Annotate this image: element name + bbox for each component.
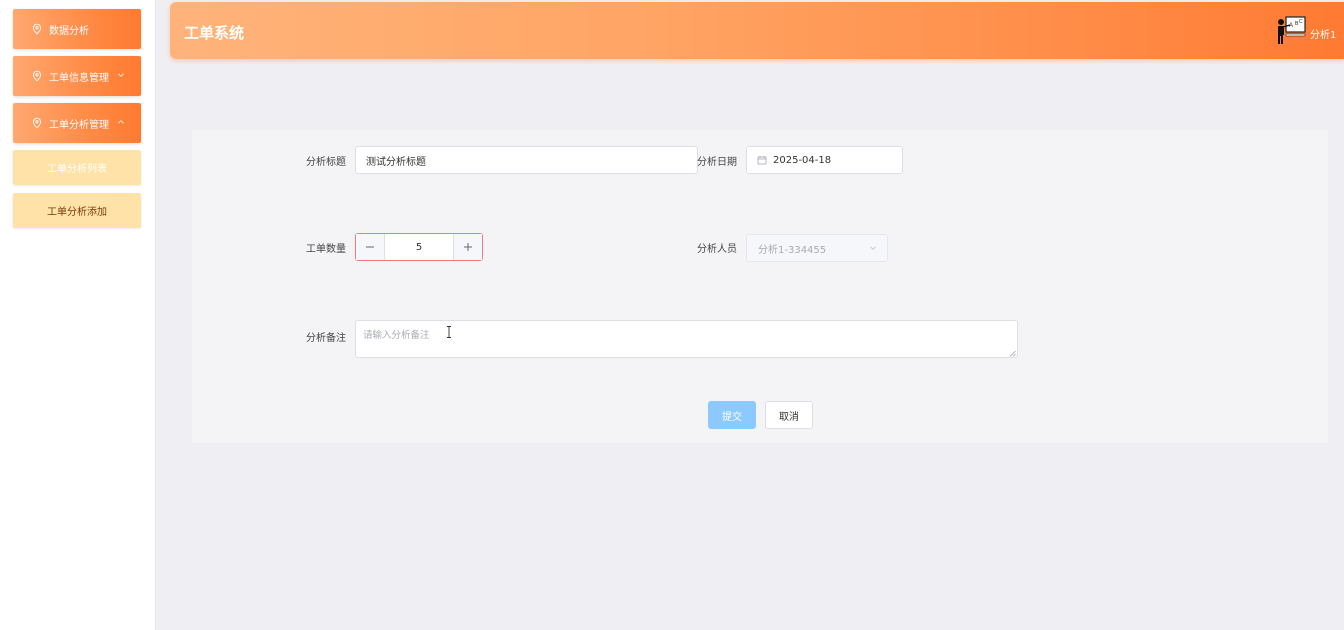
calendar-icon: [757, 155, 767, 165]
svg-text:C: C: [1299, 19, 1303, 25]
sidebar-subitem-analysis-list[interactable]: 工单分析列表: [13, 150, 141, 185]
increment-button[interactable]: [453, 234, 482, 260]
staff-select-value: 分析1-334455: [758, 244, 827, 256]
text-cursor-icon: [446, 326, 452, 338]
sidebar-item-data-analysis[interactable]: 数据分析: [13, 9, 141, 49]
location-pin-icon: [31, 70, 43, 82]
sidebar: 数据分析 工单信息管理 工单分析管理 工单分析列表 工单分析添加: [0, 0, 156, 630]
date-picker[interactable]: 2025-04-18: [746, 146, 903, 174]
sidebar-item-ticket-analysis-management[interactable]: 工单分析管理: [13, 103, 141, 143]
notes-textarea[interactable]: 请输入分析备注: [355, 320, 1018, 358]
sidebar-item-ticket-info-management[interactable]: 工单信息管理: [13, 56, 141, 96]
quantity-value[interactable]: 5: [385, 234, 453, 260]
plus-icon: [464, 243, 472, 251]
sidebar-item-label: 工单分析管理: [49, 119, 109, 131]
staff-label: 分析人员: [697, 244, 737, 255]
app-title: 工单系统: [184, 24, 245, 42]
location-pin-icon: [31, 23, 43, 35]
date-label: 分析日期: [697, 157, 737, 168]
cancel-button[interactable]: 取消: [765, 401, 813, 429]
quantity-stepper[interactable]: 5: [355, 233, 483, 261]
submit-button[interactable]: 提交: [708, 401, 756, 429]
resize-grip-icon[interactable]: [1009, 349, 1016, 357]
user-name[interactable]: 分析1: [1310, 26, 1336, 41]
sidebar-subitem-label: 工单分析添加: [47, 207, 107, 218]
count-label: 工单数量: [306, 244, 346, 255]
title-input[interactable]: 测试分析标题: [355, 146, 698, 174]
sidebar-item-label: 数据分析: [49, 25, 89, 37]
sidebar-subitem-label: 工单分析列表: [47, 164, 107, 175]
date-value: 2025-04-18: [773, 154, 832, 166]
title-label: 分析标题: [306, 157, 346, 168]
sidebar-subitem-analysis-add[interactable]: 工单分析添加: [13, 193, 141, 228]
chevron-up-icon: [117, 118, 125, 128]
sidebar-item-label: 工单信息管理: [49, 72, 109, 84]
analysis-form-panel: 分析标题 测试分析标题 分析日期 2025-04-18 工单数量 5 分析人员 …: [192, 130, 1328, 443]
location-pin-icon: [31, 117, 43, 129]
avatar[interactable]: A B C: [1276, 15, 1306, 45]
title-input-value: 测试分析标题: [366, 156, 426, 168]
notes-label: 分析备注: [306, 333, 346, 344]
minus-icon: [366, 246, 374, 248]
notes-placeholder: 请输入分析备注: [363, 330, 430, 341]
decrement-button[interactable]: [356, 234, 385, 260]
chevron-down-icon: [117, 71, 125, 81]
svg-text:A: A: [1289, 23, 1293, 29]
staff-select[interactable]: 分析1-334455: [746, 234, 888, 262]
top-header: 工单系统 A B C 分析1: [170, 2, 1344, 59]
chevron-down-icon: [869, 244, 877, 252]
